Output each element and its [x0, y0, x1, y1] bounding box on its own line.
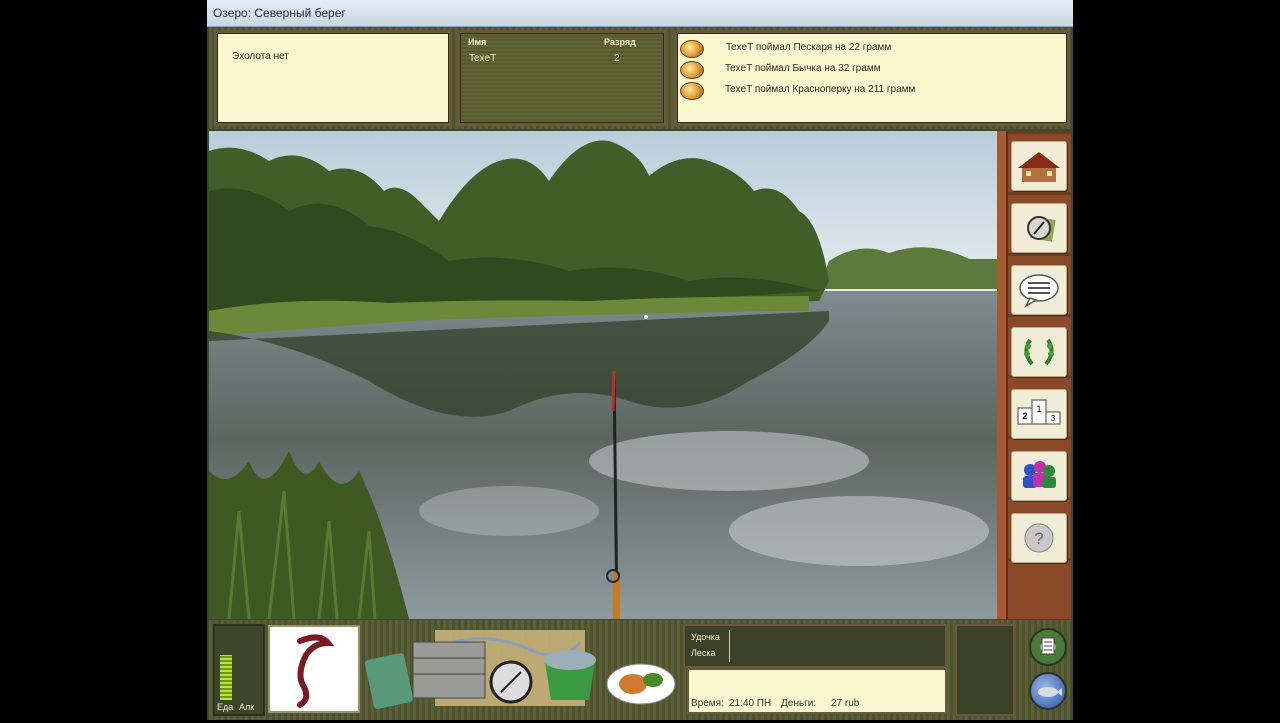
time-label: Время:: [691, 698, 724, 709]
food-meter: [220, 655, 232, 700]
map-button[interactable]: [1011, 203, 1067, 253]
fishing-locations-button[interactable]: [1029, 672, 1067, 710]
lake-scene[interactable]: [209, 131, 997, 619]
catch-log-panel: TexeT поймал Пескаря на 22 грамм TexeT п…: [674, 30, 1070, 126]
laurel-icon: [1024, 338, 1054, 366]
empty-slot: [955, 624, 1015, 716]
rod-info-panel: Удочка Леска: [683, 624, 947, 668]
rod-info-separator: [729, 630, 730, 662]
food-label: Еда: [217, 702, 234, 712]
time-value: 21:40 ПН: [729, 698, 772, 709]
podium-second: 2: [1022, 411, 1027, 421]
player-name[interactable]: TexeT: [469, 53, 496, 64]
menu-frame-edge: [997, 131, 1008, 619]
top-info-bar: Эхолота нет Имя Разряд TexeT 2 TexeT пой…: [209, 27, 1071, 129]
rating-button[interactable]: 1 2 3: [1011, 389, 1067, 439]
log-entry-text: TexeT поймал Красноперку на 211 грамм: [725, 84, 916, 95]
status-panel: Время: 21:40 ПН Деньги: 27 rub: [687, 668, 947, 714]
log-entry-text: TexeT поймал Бычка на 32 грамм: [725, 63, 881, 74]
title-bar: Озеро: Северный берег: [207, 0, 1073, 27]
players-button[interactable]: [1011, 451, 1067, 501]
fish-catch-icon: [680, 61, 704, 79]
achievements-button[interactable]: [1011, 327, 1067, 377]
podium-third: 3: [1051, 414, 1056, 423]
chat-button[interactable]: [1011, 265, 1067, 315]
help-glyph: ?: [1034, 529, 1043, 548]
lake-scene-image[interactable]: [209, 131, 997, 619]
players-col-name: Имя: [468, 37, 487, 47]
help-button[interactable]: ?: [1011, 513, 1067, 563]
window-title: Озеро: Северный берег: [213, 6, 346, 20]
podium-icon: 1 2 3: [1017, 399, 1061, 425]
help-icon: ?: [1024, 523, 1054, 553]
money-label: Деньги:: [781, 698, 817, 709]
sonar-text: Эхолота нет: [232, 51, 289, 62]
game-window: Озеро: Северный берег Эхолота нет Имя Ра…: [207, 0, 1073, 720]
food-alcohol-meters: Еда Алк: [213, 624, 265, 716]
line-label: Леска: [691, 648, 716, 658]
home-button[interactable]: [1011, 141, 1067, 191]
fish-catch-icon: [680, 40, 704, 58]
notes-icon: [1041, 637, 1055, 655]
chat-icon: [1019, 274, 1059, 308]
fish-globe-icon: [1038, 687, 1062, 697]
sonar-panel: Эхолота нет: [214, 30, 452, 126]
players-col-rank: Разряд: [604, 37, 636, 47]
people-icon: [1023, 461, 1056, 488]
tackle-inventory-icon[interactable]: [364, 622, 683, 718]
worm-icon: [297, 634, 335, 708]
player-rank: 2: [614, 53, 620, 64]
bait-slot[interactable]: [268, 625, 360, 713]
right-menu: 1 2 3 ?: [997, 131, 1071, 619]
compass-icon: [1027, 216, 1056, 242]
players-panel[interactable]: Имя Разряд TexeT 2: [457, 30, 667, 126]
home-icon: [1018, 152, 1060, 182]
alcohol-label: Алк: [239, 702, 255, 712]
fish-catch-icon: [680, 82, 704, 100]
rod-label: Удочка: [691, 632, 720, 642]
tackle-inventory[interactable]: [364, 622, 683, 718]
money-value: 27 rub: [831, 698, 860, 709]
notes-button[interactable]: [1029, 628, 1067, 666]
podium-first: 1: [1036, 404, 1041, 414]
bottom-bar: Еда Алк Удочка Леска Время: 21:40 ПН Ден…: [209, 620, 1071, 720]
log-entry-text: TexeT поймал Пескаря на 22 грамм: [726, 42, 892, 53]
